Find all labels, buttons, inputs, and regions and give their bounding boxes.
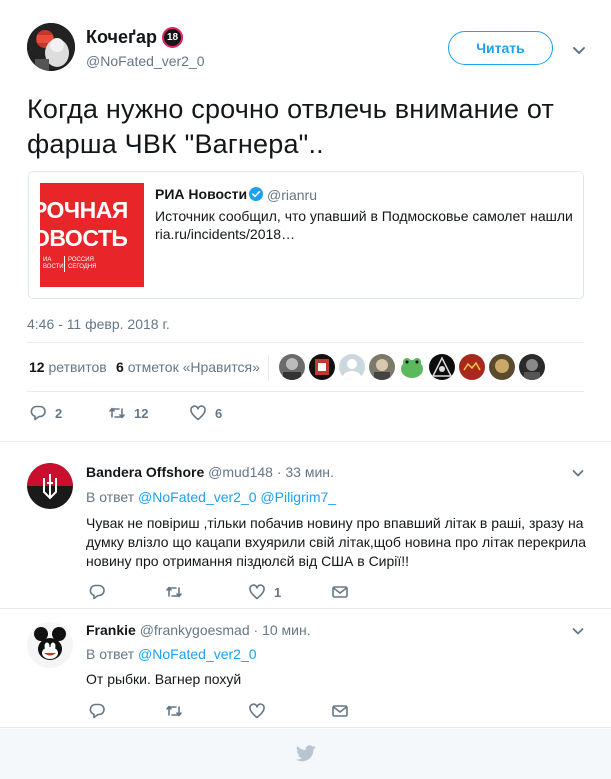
heart-icon: [190, 405, 206, 421]
retweet-count: 12: [134, 405, 149, 421]
like-count: 6: [215, 405, 223, 421]
like-action[interactable]: 1: [248, 583, 281, 601]
liker-avatar[interactable]: [459, 354, 485, 380]
reply-header: Bandera Offshore @mud148 · 33 мин.: [86, 464, 334, 480]
reply-time[interactable]: · 33 мин.: [277, 464, 334, 480]
stats-divider: [268, 355, 269, 381]
liker-avatar[interactable]: [519, 354, 545, 380]
card-image-small2: РОССИЯ СЕГОДНЯ: [68, 257, 97, 270]
retweet-icon: [109, 407, 125, 419]
liker-avatar[interactable]: [279, 354, 305, 380]
card-image-divider: [64, 256, 65, 272]
retweet-stat[interactable]: 12 ретвитов: [29, 359, 107, 375]
reply-author-handle[interactable]: @frankygoesmad: [140, 622, 250, 638]
in-reply-to: В ответ @NoFated_ver2_0: [86, 646, 257, 662]
reply-header: Frankie @frankygoesmad · 10 мин.: [86, 622, 311, 638]
card-image-small1: ИА ВОСТИ: [43, 257, 64, 270]
liker-avatar[interactable]: [369, 354, 395, 380]
in-reply-mentions[interactable]: @NoFated_ver2_0 @Piligrim7_: [138, 489, 336, 505]
reply-text: Чувак не повіриш ,тільки побачив новину …: [86, 515, 587, 569]
chevron-down-icon[interactable]: [569, 622, 587, 640]
heart-icon: [249, 584, 265, 600]
chevron-down-icon[interactable]: [569, 464, 587, 482]
card-image[interactable]: РОЧНАЯ ОВОСТЬ ИА ВОСТИ РОССИЯ СЕГОДНЯ: [40, 183, 144, 287]
in-reply-prefix: В ответ: [86, 489, 135, 505]
card-image-line1: РОЧНАЯ: [40, 197, 128, 223]
reply-author-name[interactable]: Frankie: [86, 622, 136, 638]
tweet-stats: 12 ретвитов 6 отметок «Нравится»: [27, 342, 584, 392]
reply-count: 2: [55, 405, 63, 421]
quote-card[interactable]: РОЧНАЯ ОВОСТЬ ИА ВОСТИ РОССИЯ СЕГОДНЯ РИ…: [28, 171, 584, 299]
dm-action[interactable]: [331, 702, 349, 720]
like-count: 6: [116, 359, 124, 375]
like-action[interactable]: [248, 702, 274, 720]
reply-time[interactable]: · 10 мин.: [254, 622, 311, 638]
liker-avatar[interactable]: [339, 354, 365, 380]
envelope-icon: [332, 586, 348, 598]
like-action[interactable]: 6: [189, 404, 222, 422]
in-reply-prefix: В ответ: [86, 646, 135, 662]
in-reply-mentions[interactable]: @NoFated_ver2_0: [138, 646, 257, 662]
reply-icon: [30, 405, 46, 421]
verified-badge-icon: [249, 187, 263, 201]
retweet-stat-label: ретвитов: [48, 359, 107, 375]
tweet-date[interactable]: 4:46 - 11 февр. 2018 г.: [27, 316, 170, 332]
author-avatar[interactable]: [27, 23, 75, 71]
heart-icon: [249, 703, 265, 719]
reply-avatar[interactable]: [27, 622, 73, 668]
reply-author-name[interactable]: Bandera Offshore: [86, 464, 204, 480]
reply-avatar[interactable]: [27, 463, 73, 509]
retweet-action[interactable]: [165, 702, 191, 720]
liker-avatar[interactable]: [309, 354, 335, 380]
chevron-down-icon[interactable]: [569, 40, 589, 60]
reply-icon: [89, 703, 105, 719]
like-stat-label: отметок «Нравится»: [127, 359, 260, 375]
tweet-text: Когда нужно срочно отвлечь внимание от ф…: [27, 94, 555, 159]
reply-action[interactable]: [88, 702, 114, 720]
reply-action[interactable]: 2: [29, 404, 62, 422]
author-handle[interactable]: @NoFated_ver2_0: [86, 53, 205, 69]
reply-action[interactable]: [88, 583, 114, 601]
dm-action[interactable]: [331, 583, 349, 601]
retweet-action[interactable]: 12: [108, 404, 148, 422]
card-source-handle: @rianru: [267, 187, 318, 203]
reply-author-handle[interactable]: @mud148: [208, 464, 273, 480]
thread-footer: [0, 729, 611, 779]
card-link[interactable]: ria.ru/incidents/2018…: [155, 226, 295, 242]
reply-icon: [89, 584, 105, 600]
liker-avatar[interactable]: [399, 354, 425, 380]
like-count: 1: [274, 584, 282, 600]
retweet-count: 12: [29, 359, 45, 375]
twitter-bird-icon: [296, 745, 316, 762]
reply-tweet[interactable]: Bandera Offshore @mud148 · 33 мин. В отв…: [0, 452, 611, 609]
card-source-name: РИА Новости: [155, 186, 248, 202]
age-badge: 18: [162, 27, 183, 48]
card-image-line2: ОВОСТЬ: [40, 225, 128, 251]
main-tweet: Кочеґар 18 @NoFated_ver2_0 Читать Когда …: [0, 0, 611, 442]
card-text: Источник сообщил, что упавший в Подмоско…: [155, 208, 573, 224]
liker-avatar[interactable]: [429, 354, 455, 380]
retweet-icon: [166, 705, 182, 717]
retweet-action[interactable]: [165, 583, 191, 601]
author-name[interactable]: Кочеґар: [86, 27, 157, 48]
in-reply-to: В ответ @NoFated_ver2_0 @Piligrim7_: [86, 489, 336, 505]
reply-tweet[interactable]: Frankie @frankygoesmad · 10 мин. В ответ…: [0, 610, 611, 728]
liker-avatar[interactable]: [489, 354, 515, 380]
follow-button[interactable]: Читать: [448, 31, 553, 65]
like-stat[interactable]: 6 отметок «Нравится»: [116, 359, 260, 375]
envelope-icon: [332, 705, 348, 717]
retweet-icon: [166, 586, 182, 598]
reply-text: От рыбки. Вагнер похуй: [86, 671, 242, 687]
